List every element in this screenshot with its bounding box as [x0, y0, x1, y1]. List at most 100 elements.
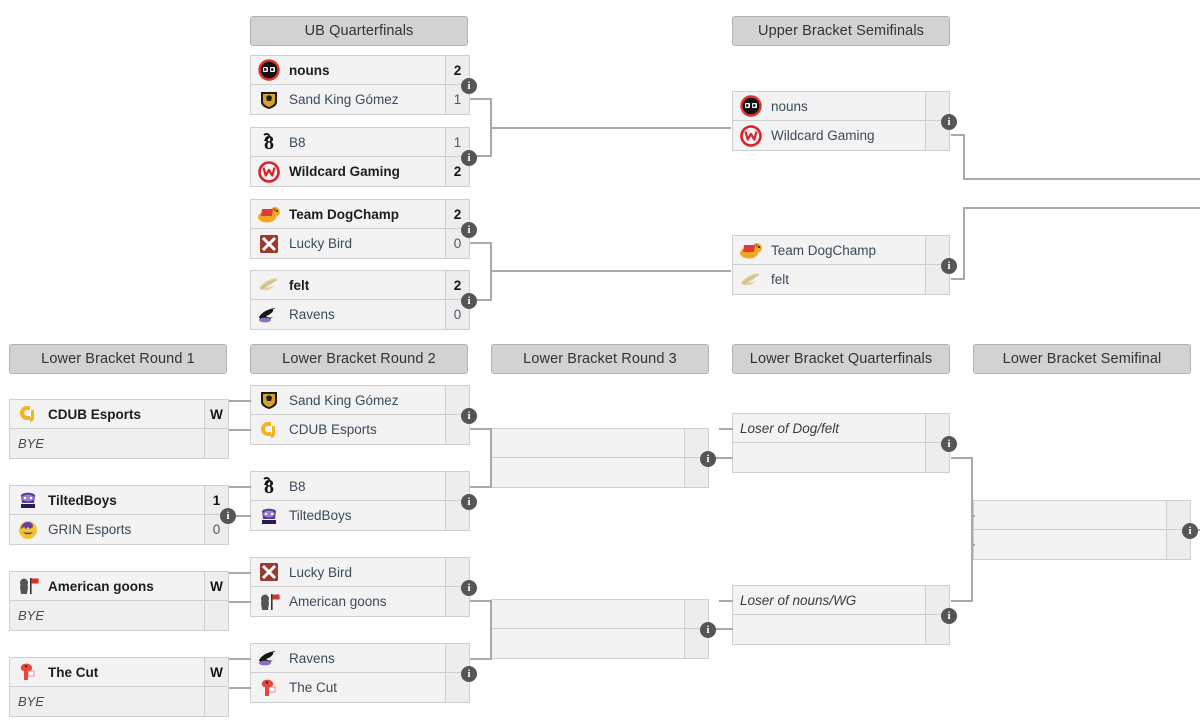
match-row[interactable]: [974, 501, 1190, 530]
match-row[interactable]: Loser of nouns/WG: [733, 586, 949, 615]
match-lbr2m3[interactable]: Lucky Bird American goons i: [250, 557, 477, 617]
match-row[interactable]: Wildcard Gaming: [733, 121, 949, 150]
info-icon[interactable]: i: [941, 114, 957, 130]
match-row[interactable]: [974, 530, 1190, 559]
connector: [490, 270, 731, 272]
match-row[interactable]: The Cut W: [10, 658, 228, 687]
team-logo-felt: [738, 269, 764, 291]
match-row[interactable]: [492, 600, 708, 629]
info-icon[interactable]: i: [700, 451, 716, 467]
match-ubqf2[interactable]: 8 B8 1 Wildcard Gaming 2 i: [250, 127, 477, 187]
info-icon[interactable]: i: [461, 666, 477, 682]
connector: [971, 544, 975, 546]
match-row[interactable]: Team DogChamp 2: [251, 200, 469, 229]
match-lbsf1[interactable]: i: [973, 500, 1198, 560]
team-logo-ravens: [256, 304, 282, 326]
match-lbr2m2[interactable]: 8 B8 TiltedBoys i: [250, 471, 477, 531]
match-lbr1m3[interactable]: American goons W BYE: [9, 571, 229, 631]
match-lbr2m1[interactable]: Sand King Gómez CDUB Esports i: [250, 385, 477, 445]
info-glyph: i: [467, 667, 471, 680]
team-logo-luckybird: [256, 233, 282, 255]
match-lbr1m4[interactable]: The Cut W BYE: [9, 657, 229, 717]
connector: [963, 207, 1200, 209]
match-row[interactable]: Team DogChamp: [733, 236, 949, 265]
match-row[interactable]: Sand King Gómez 1: [251, 85, 469, 114]
match-row[interactable]: GRIN Esports 0: [10, 515, 228, 544]
info-icon[interactable]: i: [461, 408, 477, 424]
round-header-label: Lower Bracket Round 1: [41, 351, 195, 367]
match-row[interactable]: TiltedBoys 1: [10, 486, 228, 515]
match-ubsf2[interactable]: Team DogChamp felt i: [732, 235, 957, 295]
match-row[interactable]: [733, 443, 949, 472]
match-lbr2m4[interactable]: Ravens The Cut i: [250, 643, 477, 703]
match-row[interactable]: [492, 429, 708, 458]
team-name: American goons: [289, 594, 387, 609]
team-name: Sand King Gómez: [289, 92, 399, 107]
match-row[interactable]: Loser of Dog/felt: [733, 414, 949, 443]
match-row[interactable]: The Cut: [251, 673, 469, 702]
info-icon[interactable]: i: [220, 508, 236, 524]
match-row-bye: BYE: [10, 429, 228, 458]
info-icon[interactable]: i: [1182, 523, 1198, 539]
match-row[interactable]: Ravens 0: [251, 300, 469, 329]
match-row[interactable]: [733, 615, 949, 644]
team-name: TiltedBoys: [48, 492, 117, 508]
match-row[interactable]: American goons W: [10, 572, 228, 601]
team-score: W: [204, 658, 228, 686]
team-logo-thecut: [15, 661, 41, 683]
info-icon[interactable]: i: [461, 293, 477, 309]
match-ubqf1[interactable]: nouns 2 Sand King Gómez 1 i: [250, 55, 477, 115]
team-name: felt: [289, 277, 310, 293]
match-lbr3m2[interactable]: i: [491, 599, 716, 659]
info-icon[interactable]: i: [941, 436, 957, 452]
match-row[interactable]: Ravens: [251, 644, 469, 673]
team-logo-wildcard: [256, 160, 282, 183]
team-name: Wildcard Gaming: [289, 164, 400, 179]
connector: [229, 601, 251, 603]
match-row[interactable]: Lucky Bird 0: [251, 229, 469, 258]
match-ubsf1[interactable]: nouns Wildcard Gaming i: [732, 91, 957, 151]
match-row[interactable]: 8 B8: [251, 472, 469, 501]
match-row[interactable]: nouns 2: [251, 56, 469, 85]
match-row[interactable]: felt: [733, 265, 949, 294]
match-row[interactable]: American goons: [251, 587, 469, 616]
match-row[interactable]: 8 B8 1: [251, 128, 469, 157]
match-row[interactable]: CDUB Esports W: [10, 400, 228, 429]
info-glyph: i: [226, 509, 230, 522]
info-icon[interactable]: i: [461, 150, 477, 166]
team-name: Ravens: [289, 307, 335, 322]
match-row[interactable]: nouns: [733, 92, 949, 121]
match-row[interactable]: Sand King Gómez: [251, 386, 469, 415]
team-name: GRIN Esports: [48, 522, 132, 537]
info-icon[interactable]: i: [941, 258, 957, 274]
match-lbr1m2[interactable]: TiltedBoys 1 GRIN Esports 0 i: [9, 485, 236, 545]
team-logo-luckybird: [256, 561, 282, 583]
info-icon[interactable]: i: [941, 608, 957, 624]
match-lbqf1[interactable]: Loser of Dog/felt i: [732, 413, 957, 473]
team-logo-nouns: [738, 95, 764, 117]
info-icon[interactable]: i: [461, 222, 477, 238]
match-lbqf2[interactable]: Loser of nouns/WG i: [732, 585, 957, 645]
match-row[interactable]: [492, 458, 708, 487]
match-row[interactable]: [492, 629, 708, 658]
info-icon[interactable]: i: [700, 622, 716, 638]
info-glyph: i: [467, 409, 471, 422]
match-row[interactable]: TiltedBoys: [251, 501, 469, 530]
match-lbr3m1[interactable]: i: [491, 428, 716, 488]
match-row[interactable]: Lucky Bird: [251, 558, 469, 587]
team-name: B8: [289, 134, 306, 150]
match-ubqf3[interactable]: Team DogChamp 2 Lucky Bird 0 i: [250, 199, 477, 259]
match-ubqf4[interactable]: felt 2 Ravens 0 i: [250, 270, 477, 330]
match-lbr1m1[interactable]: CDUB Esports W BYE: [9, 399, 229, 459]
match-row[interactable]: Wildcard Gaming 2: [251, 157, 469, 186]
team-name: Lucky Bird: [289, 236, 353, 251]
info-icon[interactable]: i: [461, 580, 477, 596]
team-name: nouns: [289, 62, 330, 78]
info-icon[interactable]: i: [461, 494, 477, 510]
match-row[interactable]: felt 2: [251, 271, 469, 300]
info-icon[interactable]: i: [461, 78, 477, 94]
connector: [963, 208, 965, 280]
round-header-ub-semifinals: Upper Bracket Semifinals: [732, 16, 950, 46]
bye-label: BYE: [18, 694, 45, 709]
match-row[interactable]: CDUB Esports: [251, 415, 469, 444]
